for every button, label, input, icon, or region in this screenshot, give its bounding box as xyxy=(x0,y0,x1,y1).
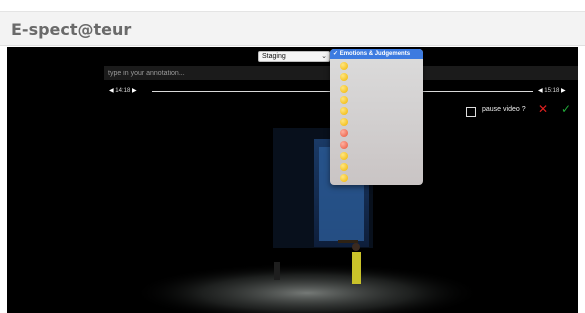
laughing-face-emoji-icon[interactable] xyxy=(340,84,348,93)
grinning-face-emoji-icon[interactable] xyxy=(340,73,348,82)
video-player[interactable] xyxy=(7,47,578,313)
timeline-end: ◀ 15:18 ▶ xyxy=(538,87,566,94)
confirm-icon[interactable]: ✓ xyxy=(561,103,571,115)
smiling-face-emoji-icon[interactable] xyxy=(340,62,348,71)
pause-video-checkbox[interactable] xyxy=(466,107,476,117)
category-dropdown[interactable]: ✓ Emotions & Judgements xyxy=(330,49,423,185)
chevron-down-icon: ⌄ xyxy=(321,53,327,60)
end-step-forward-icon[interactable]: ▶ xyxy=(561,88,566,94)
end-step-back-icon[interactable]: ◀ xyxy=(538,88,543,94)
timeline-end-label: 15:18 xyxy=(544,88,560,94)
step-forward-icon[interactable]: ▶ xyxy=(132,88,137,94)
surprised-face-emoji-icon[interactable] xyxy=(340,151,348,160)
stage-floor-light xyxy=(132,263,482,313)
sad-face-emoji-icon[interactable] xyxy=(340,118,348,127)
step-back-icon[interactable]: ◀ xyxy=(109,88,114,94)
performer-figure xyxy=(352,252,361,284)
frowning-face-emoji-icon[interactable] xyxy=(340,106,348,115)
timeline-start-label: 14:18 xyxy=(115,88,131,94)
dropdown-header[interactable]: ✓ Emotions & Judgements xyxy=(330,49,423,59)
app-title: E-spect@teur xyxy=(11,20,132,39)
category-select[interactable]: Staging ⌄ xyxy=(258,51,330,62)
cancel-icon[interactable]: ✕ xyxy=(538,103,548,115)
heart-eyes-emoji-icon[interactable] xyxy=(340,129,348,138)
stage-scene xyxy=(132,128,482,313)
confused-face-emoji-icon[interactable] xyxy=(340,162,348,171)
pause-video-label: pause video ? xyxy=(482,106,526,113)
timeline-start: ◀ 14:18 ▶ xyxy=(109,87,137,94)
heart-eyes-emoji-icon[interactable] xyxy=(340,140,348,149)
neutral-face-emoji-icon[interactable] xyxy=(340,95,348,104)
thumbs-up-emoji-icon[interactable] xyxy=(340,174,348,183)
category-select-value: Staging xyxy=(262,53,286,60)
emoji-list xyxy=(330,62,423,183)
